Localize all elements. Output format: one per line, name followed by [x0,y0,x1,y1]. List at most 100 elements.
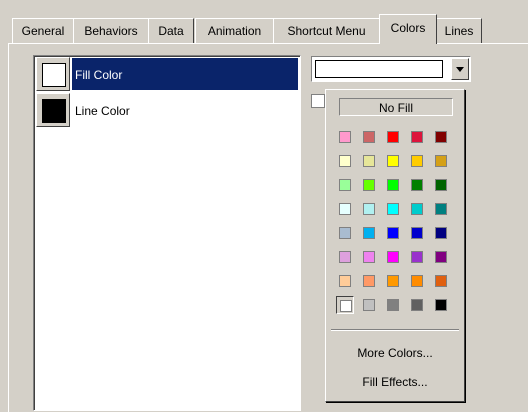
color-swatch-r5-c3[interactable] [384,224,402,242]
color-swatch-r3-c3[interactable] [384,176,402,194]
color-swatch-fill [339,251,351,263]
color-swatch-fill [339,275,351,287]
color-swatch-fill [339,227,351,239]
color-swatch-r1-c4[interactable] [408,128,426,146]
tab-colors[interactable]: Colors [379,14,437,44]
more-colors-button[interactable]: More Colors... [330,342,460,364]
color-swatch-r3-c4[interactable] [408,176,426,194]
tab-general[interactable]: General [12,18,74,43]
color-swatch-r7-c3[interactable] [384,272,402,290]
color-swatch-r6-c3[interactable] [384,248,402,266]
line-color-swatch [42,99,66,123]
line-color-label: Line Color [75,104,130,118]
color-swatch-r4-c1[interactable] [336,200,354,218]
color-swatch-r6-c5[interactable] [432,248,450,266]
color-swatch-r8-c1[interactable] [336,296,354,314]
chevron-down-icon [456,67,464,72]
color-swatch-r6-c4[interactable] [408,248,426,266]
color-swatch-r4-c4[interactable] [408,200,426,218]
color-swatch-fill [339,179,351,191]
color-swatch-r5-c2[interactable] [360,224,378,242]
color-swatch-r1-c5[interactable] [432,128,450,146]
color-swatch-r6-c2[interactable] [360,248,378,266]
line-color-swatch-box [36,93,70,127]
fill-color-swatch [42,63,66,87]
color-swatch-fill [411,275,423,287]
color-swatch-r1-c3[interactable] [384,128,402,146]
color-swatch-fill [363,227,375,239]
color-swatch-r3-c5[interactable] [432,176,450,194]
checkbox[interactable] [311,94,325,108]
fill-effects-button[interactable]: Fill Effects... [330,371,460,393]
color-swatch-fill [387,227,399,239]
color-swatch-fill [435,275,447,287]
tab-strip: General Behaviors Data Animation Shortcu… [8,14,528,44]
color-swatch-r4-c3[interactable] [384,200,402,218]
color-swatch-r4-c5[interactable] [432,200,450,218]
tab-animation[interactable]: Animation [195,18,274,43]
color-swatch-fill [411,251,423,263]
dropdown-button[interactable] [451,58,469,80]
color-swatch-r8-c2[interactable] [360,296,378,314]
color-swatch-fill [435,131,447,143]
fill-color-combobox[interactable] [311,56,471,82]
color-swatch-r2-c2[interactable] [360,152,378,170]
color-swatch-r7-c2[interactable] [360,272,378,290]
color-swatch-r7-c5[interactable] [432,272,450,290]
tab-shortcut-menu[interactable]: Shortcut Menu [273,18,380,43]
color-swatch-fill [435,227,447,239]
color-swatch-fill [363,251,375,263]
color-swatch-r8-c5[interactable] [432,296,450,314]
color-swatch-fill [411,131,423,143]
tab-lines[interactable]: Lines [436,18,482,43]
color-swatch-fill [411,179,423,191]
color-swatch-fill [411,203,423,215]
fill-color-value [315,60,443,78]
menu-separator [331,329,459,331]
color-swatch-r7-c1[interactable] [336,272,354,290]
color-swatch-fill [411,155,423,167]
list-item-line-color[interactable]: Line Color [36,93,298,127]
color-swatch-r1-c2[interactable] [360,128,378,146]
color-swatch-fill [363,299,375,311]
color-swatch-fill [387,275,399,287]
color-swatch-fill [411,227,423,239]
color-swatch-fill [387,203,399,215]
fill-color-swatch-box [36,57,70,91]
color-swatch-fill [363,203,375,215]
color-swatch-r1-c1[interactable] [336,128,354,146]
color-swatch-r2-c1[interactable] [336,152,354,170]
color-swatch-r3-c1[interactable] [336,176,354,194]
list-item-fill-color[interactable]: Fill Color [36,57,298,91]
color-swatch-r4-c2[interactable] [360,200,378,218]
color-swatch-r2-c5[interactable] [432,152,450,170]
color-swatch-r5-c5[interactable] [432,224,450,242]
no-fill-button[interactable]: No Fill [339,98,453,116]
tab-data[interactable]: Data [148,18,194,43]
color-swatch-fill [435,299,447,311]
color-swatch-r5-c4[interactable] [408,224,426,242]
color-swatch-fill [387,155,399,167]
color-swatch-fill [387,131,399,143]
color-swatch-fill [363,275,375,287]
color-swatch-fill [387,179,399,191]
color-swatch-fill [340,300,352,312]
color-swatch-fill [435,179,447,191]
color-element-list[interactable]: Fill Color Line Color [33,55,301,411]
color-swatch-fill [387,299,399,311]
color-swatch-fill [387,251,399,263]
color-swatch-r8-c3[interactable] [384,296,402,314]
color-swatch-fill [435,203,447,215]
color-swatch-fill [363,179,375,191]
color-swatch-r2-c3[interactable] [384,152,402,170]
color-swatch-r2-c4[interactable] [408,152,426,170]
color-swatch-r3-c2[interactable] [360,176,378,194]
color-swatch-r6-c1[interactable] [336,248,354,266]
color-swatch-r8-c4[interactable] [408,296,426,314]
tab-behaviors[interactable]: Behaviors [73,18,149,43]
color-swatch-fill [435,251,447,263]
color-swatch-r5-c1[interactable] [336,224,354,242]
color-picker-popup: No Fill More Colors... Fill Effects... [325,89,465,402]
color-swatch-fill [339,203,351,215]
color-swatch-r7-c4[interactable] [408,272,426,290]
